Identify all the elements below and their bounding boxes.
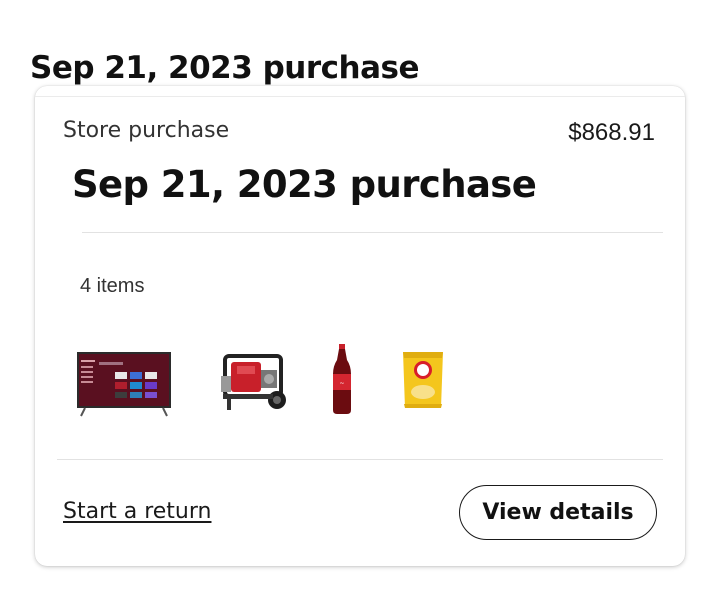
soda-bottle-thumbnail[interactable]: ~ [329,344,355,414]
item-count: 4 items [80,275,145,297]
divider [82,232,663,233]
chips-bag-thumbnail[interactable] [401,348,445,412]
order-title: Sep 21, 2023 purchase [72,163,537,206]
store-purchase-label: Store purchase [63,118,230,143]
view-details-button[interactable]: View details [459,485,657,540]
order-card: Store purchase $868.91 Sep 21, 2023 purc… [35,86,685,566]
start-return-link[interactable]: Start a return [63,499,211,524]
svg-text:~: ~ [339,380,344,387]
card-top-border [35,96,685,97]
page-heading: Sep 21, 2023 purchase [30,50,420,86]
generator-thumbnail[interactable] [215,348,293,416]
divider [57,459,663,460]
order-total: $868.91 [568,119,655,146]
tv-thumbnail[interactable] [77,352,171,418]
